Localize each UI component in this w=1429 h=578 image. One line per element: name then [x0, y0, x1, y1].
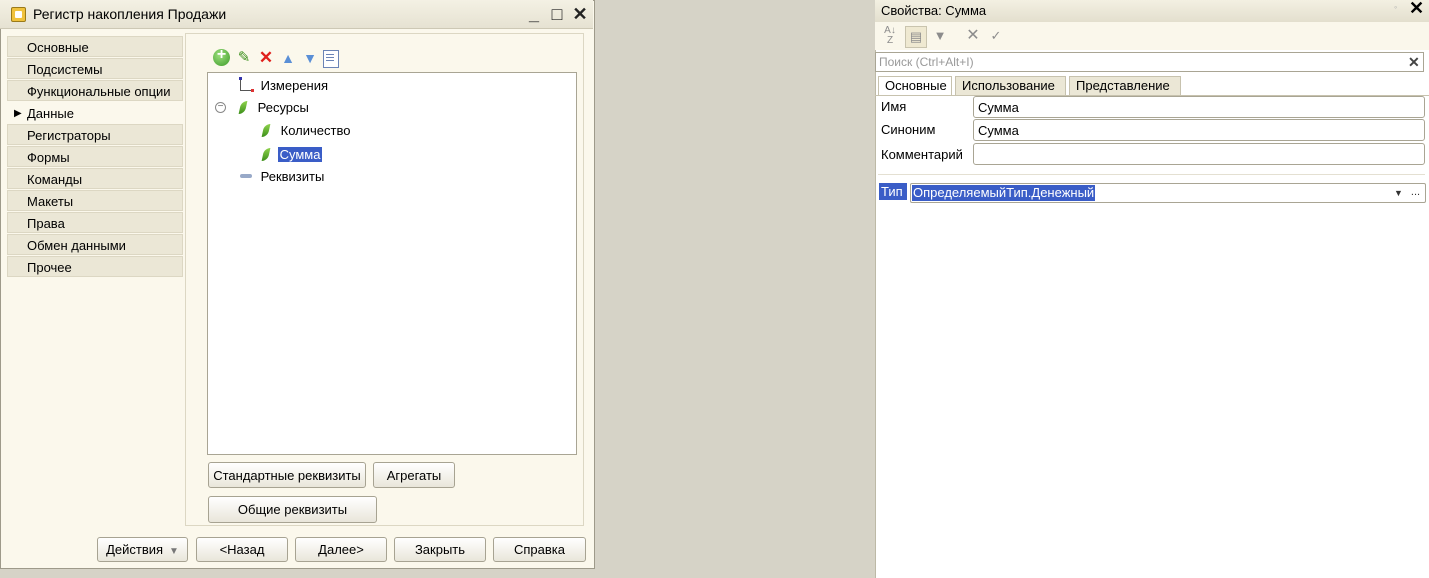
resource-leaf-icon: [261, 124, 271, 137]
nav-item-subsystems[interactable]: Подсистемы: [7, 58, 183, 79]
name-label: Имя: [881, 99, 907, 114]
back-button[interactable]: <Назад: [196, 537, 288, 562]
name-field[interactable]: [973, 96, 1425, 118]
next-button[interactable]: Далее>: [295, 537, 387, 562]
move-up-icon[interactable]: ▲: [279, 49, 297, 67]
move-down-icon[interactable]: ▼: [301, 49, 319, 67]
attributes-icon: [240, 174, 252, 178]
clear-search-icon[interactable]: ✕: [1408, 54, 1420, 71]
nav-item-data-exchange[interactable]: Обмен данными: [7, 234, 183, 255]
tree-item-dimensions[interactable]: Измерения: [239, 76, 329, 96]
edit-pencil-icon[interactable]: ✎: [235, 49, 253, 67]
nav-item-data[interactable]: ▶ Данные: [7, 102, 183, 123]
tab-main[interactable]: Основные: [878, 76, 952, 96]
actions-button[interactable]: Действия ▼: [97, 537, 188, 562]
categorized-view-icon[interactable]: ▤: [905, 26, 927, 48]
tab-presentation[interactable]: Представление: [1069, 76, 1181, 95]
help-button[interactable]: Справка: [493, 537, 586, 562]
common-attributes-button[interactable]: Общие реквизиты: [208, 496, 377, 523]
resource-leaf-icon: [238, 101, 248, 114]
nav-item-registrars[interactable]: Регистраторы: [7, 124, 183, 145]
close-button[interactable]: Закрыть: [394, 537, 486, 562]
nav-item-forms[interactable]: Формы: [7, 146, 183, 167]
nav-item-label: Данные: [27, 106, 74, 121]
dropdown-caret-icon: ▼: [169, 546, 179, 557]
standard-attributes-button[interactable]: Стандартные реквизиты: [208, 462, 366, 488]
tree-item-label-selected: Сумма: [277, 147, 323, 162]
properties-toolbar: [875, 22, 1429, 50]
dimensions-icon: [239, 77, 254, 92]
nav-item-templates[interactable]: Макеты: [7, 190, 183, 211]
section-separator: [878, 174, 1425, 175]
tree-item-label: Количество: [280, 123, 351, 138]
tree-item-label: Реквизиты: [260, 169, 325, 184]
tab-usage[interactable]: Использование: [955, 76, 1066, 95]
minimize-button[interactable]: _: [525, 4, 543, 24]
properties-title: Свойства: Сумма: [881, 3, 987, 18]
nav-item-main[interactable]: Основные: [7, 36, 183, 57]
tree-item-label: Ресурсы: [257, 100, 309, 115]
window-title: Регистр накопления Продажи: [33, 6, 227, 22]
collapse-toggle-icon[interactable]: −: [215, 102, 226, 113]
section-nav: Основные Подсистемы Функциональные опции…: [7, 36, 183, 278]
comment-field[interactable]: [973, 143, 1425, 165]
properties-search-input[interactable]: [875, 52, 1424, 72]
type-value: ОпределяемыйТип.Денежный: [912, 185, 1096, 201]
cancel-icon[interactable]: ✕: [963, 26, 983, 46]
apply-check-icon[interactable]: ✓: [986, 26, 1006, 46]
sort-alphabetical-icon[interactable]: A↓ Z: [880, 26, 900, 46]
close-properties-button[interactable]: ✕: [1409, 0, 1424, 19]
filter-icon[interactable]: ▼: [930, 26, 950, 46]
nav-item-other[interactable]: Прочее: [7, 256, 183, 277]
tree-item-sum[interactable]: Сумма: [261, 145, 323, 165]
select-type-button[interactable]: ...: [1407, 186, 1424, 201]
register-icon: [11, 7, 26, 22]
tree-item-resources[interactable]: − Ресурсы: [215, 98, 309, 118]
pin-icon[interactable]: ◦: [1394, 2, 1397, 12]
nav-item-commands[interactable]: Команды: [7, 168, 183, 189]
actions-label: Действия: [106, 542, 164, 557]
add-icon[interactable]: [213, 46, 230, 66]
synonym-field[interactable]: [973, 119, 1425, 141]
active-arrow-icon: ▶: [14, 108, 22, 119]
type-label: Тип: [879, 183, 907, 200]
tree-item-quantity[interactable]: Количество: [261, 121, 351, 141]
maximize-button[interactable]: □: [548, 4, 566, 24]
comment-label: Комментарий: [881, 147, 963, 162]
dropdown-arrow-icon[interactable]: ▼: [1391, 186, 1406, 201]
tree-item-label: Измерения: [260, 78, 329, 93]
tree-item-attributes[interactable]: Реквизиты: [240, 167, 324, 187]
list-properties-icon[interactable]: [323, 50, 339, 68]
close-window-button[interactable]: ✕: [571, 4, 589, 24]
delete-icon[interactable]: ✕: [257, 49, 275, 67]
nav-item-functional-options[interactable]: Функциональные опции: [7, 80, 183, 101]
resource-leaf-icon: [261, 148, 271, 161]
synonym-label: Синоним: [881, 122, 936, 137]
aggregates-button[interactable]: Агрегаты: [373, 462, 455, 488]
nav-item-rights[interactable]: Права: [7, 212, 183, 233]
